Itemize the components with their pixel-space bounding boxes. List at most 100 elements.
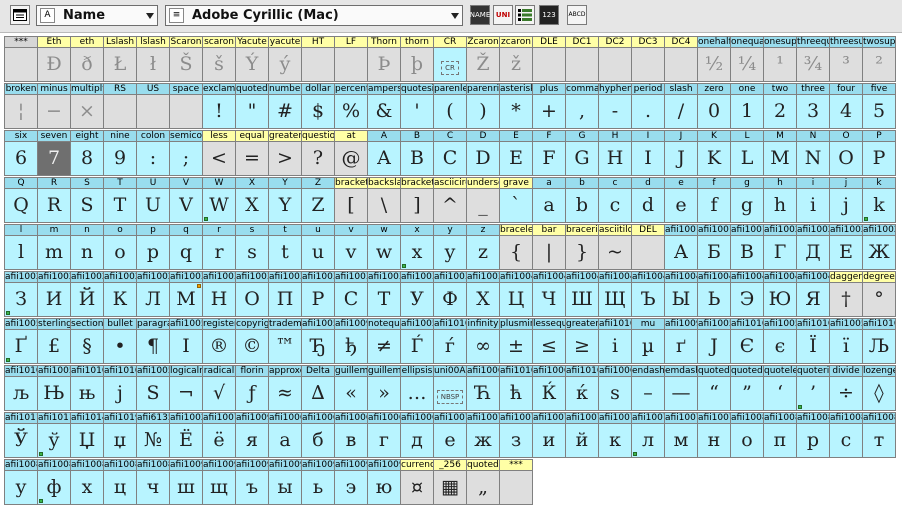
glyph-cell[interactable]: љ [4,376,38,411]
glyph-cell[interactable]: b [565,188,599,223]
glyph-cell[interactable]: ^ [433,188,467,223]
glyph-cell[interactable]: в [334,423,368,458]
glyph-cell[interactable]: 4 [829,94,863,129]
glyph-cell[interactable]: Ж [862,235,896,270]
glyph-cell[interactable]: / [664,94,698,129]
glyph-cell[interactable]: У [400,282,434,317]
font-selector[interactable]: ≡ Adobe Cyrillic (Mac) [165,5,463,26]
glyph-cell[interactable]: m [37,235,71,270]
glyph-cell[interactable]: Ю [763,282,797,317]
window-icon[interactable] [10,5,30,25]
glyph-cell[interactable]: 7 [37,141,71,176]
glyph-cell[interactable]: Ш [565,282,599,317]
glyph-cell[interactable]: м [664,423,698,458]
glyph-cell[interactable]: О [235,282,269,317]
glyph-cell[interactable]: ≠ [367,329,401,364]
glyph-cell[interactable]: І [169,329,203,364]
glyph-cell[interactable]: И [37,282,71,317]
glyph-cell[interactable]: у [4,470,38,505]
glyph-cell[interactable]: ¤ [400,470,434,505]
glyph-cell[interactable]: с [829,423,863,458]
glyph-cell[interactable]: њ [70,376,104,411]
glyph-cell[interactable]: ; [169,141,203,176]
glyph-cell[interactable]: Ј [697,329,731,364]
glyph-cell[interactable]: [ [334,188,368,223]
glyph-cell[interactable]: Г [763,235,797,270]
glyph-cell[interactable] [103,94,137,129]
glyph-cell[interactable]: - [598,94,632,129]
glyph-cell[interactable] [169,94,203,129]
glyph-cell[interactable]: ‘ [763,376,797,411]
glyph-cell[interactable]: 8 [70,141,104,176]
glyph-cell[interactable]: £ [37,329,71,364]
glyph-cell[interactable]: Ќ [532,376,566,411]
sample-view-button[interactable]: ABCD [567,5,587,25]
glyph-cell[interactable]: v [334,235,368,270]
glyph-cell[interactable]: „ [466,470,500,505]
glyph-cell[interactable]: J [664,141,698,176]
glyph-cell[interactable]: ґ [664,329,698,364]
glyph-cell[interactable]: ( [433,94,467,129]
glyph-cell[interactable]: a [532,188,566,223]
glyph-cell[interactable]: – [631,376,665,411]
glyph-cell[interactable]: u [301,235,335,270]
glyph-cell[interactable]: Ѓ [400,329,434,364]
glyph-cell[interactable]: j [829,188,863,223]
glyph-cell[interactable]: Х [466,282,500,317]
glyph-cell[interactable]: 6 [4,141,38,176]
glyph-cell[interactable]: Đ [37,47,71,82]
glyph-cell[interactable]: n [70,235,104,270]
glyph-cell[interactable]: g [730,188,764,223]
glyph-cell[interactable]: Ъ [631,282,665,317]
glyph-cell[interactable]: ¹ [763,47,797,82]
glyph-cell[interactable]: t [268,235,302,270]
glyph-cell[interactable]: ь [301,470,335,505]
glyph-cell[interactable]: ≈ [268,376,302,411]
glyph-cell[interactable] [631,47,665,82]
glyph-cell[interactable]: Т [367,282,401,317]
glyph-cell[interactable]: } [565,235,599,270]
glyph-cell[interactable]: ² [862,47,896,82]
glyph-cell[interactable]: ™ [268,329,302,364]
glyph-cell[interactable]: ђ [334,329,368,364]
glyph-cell[interactable]: 1 [730,94,764,129]
glyph-cell[interactable]: ÷ [829,376,863,411]
glyph-cell[interactable]: s [235,235,269,270]
glyph-cell[interactable]: O [829,141,863,176]
glyph-cell[interactable]: е [433,423,467,458]
glyph-cell[interactable]: > [268,141,302,176]
glyph-cell[interactable]: # [268,94,302,129]
glyph-cell[interactable]: 2 [763,94,797,129]
glyph-cell[interactable]: X [235,188,269,223]
glyph-cell[interactable]: ¦ [4,94,38,129]
glyph-cell[interactable]: š [202,47,236,82]
glyph-cell[interactable]: і [598,329,632,364]
glyph-cell[interactable]: ▦ [433,470,467,505]
glyph-cell[interactable]: | [532,235,566,270]
glyph-cell[interactable]: k [862,188,896,223]
glyph-cell[interactable]: ∆ [301,376,335,411]
glyph-cell[interactable]: № [136,423,170,458]
code-view-button[interactable]: 123 [539,5,559,25]
glyph-cell[interactable]: Ї [796,329,830,364]
glyph-cell[interactable]: 9 [103,141,137,176]
glyph-cell[interactable]: & [367,94,401,129]
glyph-cell[interactable]: Ф [433,282,467,317]
name-view-button[interactable]: NAME [470,5,490,25]
glyph-cell[interactable]: Ў [4,423,38,458]
glyph-cell[interactable]: к [598,423,632,458]
glyph-cell[interactable]: I [631,141,665,176]
glyph-cell[interactable]: R [37,188,71,223]
view-selector[interactable]: A Name [36,5,158,26]
glyph-cell[interactable]: ш [169,470,203,505]
glyph-cell[interactable]: ю [367,470,401,505]
glyph-cell[interactable]: ¼ [730,47,764,82]
glyph-cell[interactable]: f [697,188,731,223]
glyph-cell[interactable]: r [202,235,236,270]
glyph-cell[interactable]: © [235,329,269,364]
glyph-cell[interactable]: ý [268,47,302,82]
glyph-cell[interactable]: э [334,470,368,505]
glyph-cell[interactable] [532,47,566,82]
glyph-cell[interactable]: G [565,141,599,176]
glyph-cell[interactable]: щ [202,470,236,505]
